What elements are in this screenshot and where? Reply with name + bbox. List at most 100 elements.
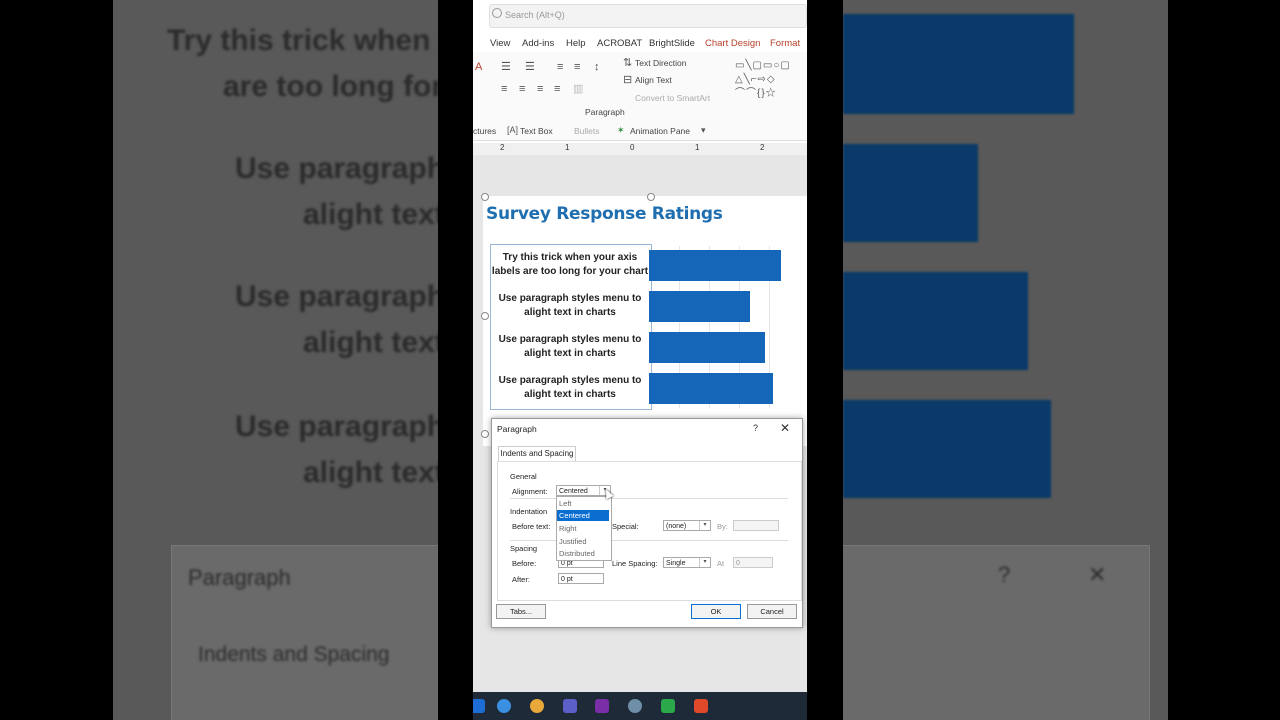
chevron-down-icon[interactable]: ▾ xyxy=(699,521,710,530)
browser-icon[interactable] xyxy=(497,699,511,713)
resize-handle[interactable] xyxy=(481,193,489,201)
chart-bar[interactable] xyxy=(649,373,773,404)
spacing-group-label: Spacing xyxy=(510,544,538,553)
bg-bar xyxy=(843,400,1051,498)
help-button[interactable]: ? xyxy=(753,423,758,433)
decrease-indent-icon[interactable]: ≡ xyxy=(557,62,563,73)
app-icon[interactable] xyxy=(473,699,485,713)
tab-chart-design[interactable]: Chart Design xyxy=(705,38,760,49)
text-direction-icon: ⇅ xyxy=(623,57,633,69)
align-right-icon[interactable]: ≡ xyxy=(537,84,543,95)
chart-bar[interactable] xyxy=(649,332,765,363)
camtasia-recorder-icon[interactable] xyxy=(694,699,708,713)
bullets-button[interactable]: Bullets xyxy=(574,126,600,136)
resize-handle[interactable] xyxy=(647,193,655,201)
tab-indents-and-spacing[interactable]: Indents and Spacing xyxy=(498,446,576,461)
after-label: After: xyxy=(512,575,530,584)
general-group-label: General xyxy=(510,472,537,481)
customize-toolbar-icon[interactable]: ▾ xyxy=(701,125,706,136)
bg-text-line: Use paragraph s xyxy=(235,280,438,313)
at-field[interactable]: 0 xyxy=(733,557,773,568)
animation-pane-button[interactable]: Animation Pane xyxy=(630,126,690,136)
ruler-number: 2 xyxy=(500,143,505,152)
align-text-icon: ⊟ xyxy=(623,74,633,86)
tab-add-ins[interactable]: Add-ins xyxy=(522,38,554,49)
bg-text-line: Use paragraph s xyxy=(235,152,438,185)
slack-icon[interactable] xyxy=(530,699,544,713)
camtasia-icon[interactable] xyxy=(661,699,675,713)
by-field[interactable] xyxy=(733,520,779,531)
cancel-button[interactable]: Cancel xyxy=(747,604,797,619)
align-left-icon[interactable]: ≡ xyxy=(501,84,507,95)
line-spacing-icon[interactable]: ↕ xyxy=(594,62,600,73)
app-icon[interactable] xyxy=(628,699,642,713)
paragraph-group-label: Paragraph xyxy=(585,107,625,117)
before-label: Before: xyxy=(512,559,537,568)
tab-help[interactable]: Help xyxy=(566,38,586,49)
category-label[interactable]: Use paragraph styles menu to alight text… xyxy=(491,292,649,320)
category-label[interactable]: Use paragraph styles menu to alight text… xyxy=(491,374,649,402)
ruler-number: 1 xyxy=(565,143,570,152)
tab-acrobat[interactable]: ACROBAT xyxy=(597,38,642,49)
line-spacing-label: Line Spacing: xyxy=(612,559,658,568)
bullets-icon[interactable]: ☰ xyxy=(501,62,511,73)
chevron-down-icon[interactable]: ▾ xyxy=(699,558,710,567)
dialog-body xyxy=(497,461,802,601)
onenote-icon[interactable] xyxy=(595,699,609,713)
background-right-blur: ? ✕ xyxy=(843,0,1168,720)
bg-text-line: Try this trick when y xyxy=(167,24,438,57)
powerpoint-window: Search (Alt+Q) View Add-ins Help ACROBAT… xyxy=(473,0,807,720)
shapes-gallery-icon[interactable]: ⌒⌒{}☆ xyxy=(735,88,777,99)
tab-view[interactable]: View xyxy=(490,38,510,49)
bg-text-line: alight text xyxy=(303,456,438,489)
ruler-number: 2 xyxy=(760,143,765,152)
before-text-label: Before text: xyxy=(512,522,551,531)
numbering-icon[interactable]: ☰ xyxy=(525,62,535,73)
at-label: At xyxy=(717,559,725,568)
option-justified[interactable]: Justified xyxy=(557,536,609,547)
bg-bar xyxy=(843,144,978,242)
chart-bar[interactable] xyxy=(649,291,750,322)
category-label[interactable]: Use paragraph styles menu to alight text… xyxy=(491,333,649,361)
increase-indent-icon[interactable]: ≡ xyxy=(574,62,580,73)
text-direction-button[interactable]: Text Direction xyxy=(635,58,687,68)
bg-dialog-tab: Indents and Spacing xyxy=(198,643,390,666)
text-box-button[interactable]: Text Box xyxy=(520,126,553,136)
shapes-gallery-icon[interactable]: △╲⌐⇨◇ xyxy=(735,74,776,85)
resize-handle[interactable] xyxy=(481,312,489,320)
teams-icon[interactable] xyxy=(563,699,577,713)
dialog-title: Paragraph xyxy=(497,424,537,434)
chart-bar[interactable] xyxy=(649,250,781,281)
align-center-icon[interactable]: ≡ xyxy=(519,84,525,95)
indentation-group-label: Indentation xyxy=(510,507,548,516)
animation-pane-icon: ✶ xyxy=(617,125,625,135)
divider xyxy=(510,540,788,541)
justify-icon[interactable]: ≡ xyxy=(554,84,560,95)
columns-icon[interactable]: ▥ xyxy=(573,84,583,95)
search-icon xyxy=(492,8,502,18)
divider xyxy=(510,498,788,499)
option-left[interactable]: Left xyxy=(557,498,609,509)
bg-close: ✕ xyxy=(1088,562,1107,587)
bg-help: ? xyxy=(998,562,1011,587)
align-text-button[interactable]: Align Text xyxy=(635,75,672,85)
tab-brightslide[interactable]: BrightSlide xyxy=(649,38,695,49)
convert-smartart-button[interactable]: Convert to SmartArt xyxy=(635,93,710,103)
ok-button[interactable]: OK xyxy=(691,604,741,619)
category-label[interactable]: Try this trick when your axis labels are… xyxy=(491,251,649,279)
resize-handle[interactable] xyxy=(481,430,489,438)
chart-title[interactable]: Survey Response Ratings xyxy=(486,204,723,224)
alignment-label: Alignment: xyxy=(512,487,548,496)
option-right[interactable]: Right xyxy=(557,523,609,534)
close-button[interactable]: ✕ xyxy=(780,421,790,435)
tabs-button[interactable]: Tabs... xyxy=(496,604,546,619)
special-label: Special: xyxy=(612,522,639,531)
after-spacing-field[interactable]: 0 pt xyxy=(558,573,604,584)
shapes-gallery-icon[interactable]: ▭╲▢▭○▢ xyxy=(735,60,791,71)
bg-text-line: Use paragraph s xyxy=(235,410,438,443)
font-color-icon[interactable]: A xyxy=(475,62,482,73)
option-distributed[interactable]: Distributed xyxy=(557,548,609,559)
tab-format[interactable]: Format xyxy=(770,38,800,49)
pictures-button[interactable]: ctures xyxy=(473,126,496,136)
option-centered[interactable]: Centered xyxy=(557,510,609,521)
